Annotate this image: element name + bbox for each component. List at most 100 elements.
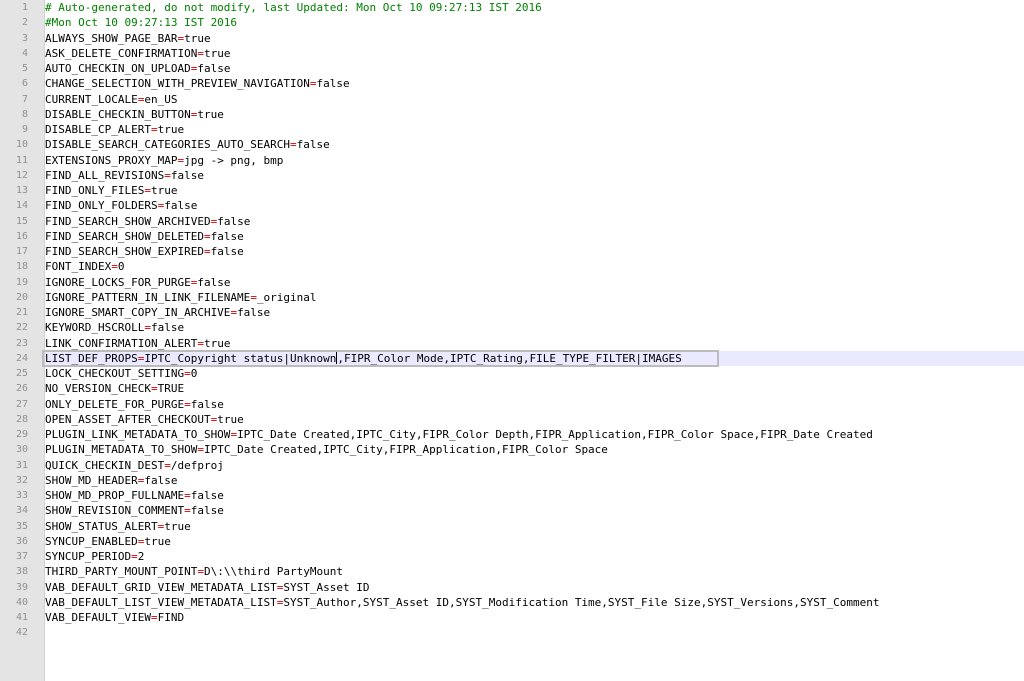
line-number: 33 bbox=[15, 490, 28, 501]
line-text: # Auto-generated, do not modify, last Up… bbox=[45, 0, 542, 15]
code-line[interactable]: 13 FIND_ONLY_FILES=true bbox=[16, 183, 1024, 198]
code-line[interactable]: 42 bbox=[16, 625, 1024, 640]
code-line[interactable]: 3 ALWAYS_SHOW_PAGE_BAR=true bbox=[22, 31, 1024, 46]
line-text: FIND_ALL_REVISIONS=false bbox=[45, 168, 204, 183]
equals-operator: = bbox=[164, 458, 171, 472]
property-value: D\:\\third PartyMount bbox=[203, 565, 344, 579]
line-text: EXTENSIONS_PROXY_MAP=jpg -> png, bmp bbox=[45, 153, 283, 168]
code-line[interactable]: 38 THIRD_PARTY_MOUNT_POINT=D\:\\third Par… bbox=[16, 564, 1024, 579]
code-line[interactable]: 33 SHOW_MD_PROP_FULLNAME=false bbox=[16, 488, 1024, 503]
equals-operator: = bbox=[197, 443, 204, 457]
line-text: SHOW_REVISION_COMMENT=false bbox=[45, 503, 224, 518]
property-key: SHOW_MD_PROP_FULLNAME bbox=[45, 489, 185, 502]
code-line[interactable]: 28 OPEN_ASSET_AFTER_CHECKOUT=true bbox=[16, 412, 1024, 427]
code-line[interactable]: 15 FIND_SEARCH_SHOW_ARCHIVED=false bbox=[16, 214, 1024, 229]
property-value: false bbox=[296, 138, 330, 152]
code-line[interactable]: 1 # Auto-generated, do not modify, last U… bbox=[22, 0, 1024, 15]
line-number: 25 bbox=[15, 368, 28, 379]
code-line[interactable]: 25 LOCK_CHECKOUT_SETTING=0 bbox=[16, 366, 1024, 381]
equals-operator: = bbox=[164, 168, 171, 182]
code-line[interactable]: 8 DISABLE_CHECKIN_BUTTON=true bbox=[22, 107, 1024, 122]
line-text: IGNORE_PATTERN_IN_LINK_FILENAME=_origina… bbox=[45, 290, 317, 305]
text-editor[interactable]: 1 # Auto-generated, do not modify, last U… bbox=[0, 0, 1024, 681]
line-text: CHANGE_SELECTION_WITH_PREVIEW_NAVIGATION… bbox=[45, 76, 350, 91]
code-line[interactable]: 36 SYNCUP_ENABLED=true bbox=[16, 534, 1024, 549]
code-line[interactable]: 23 LINK_CONFIRMATION_ALERT=true bbox=[16, 336, 1024, 351]
property-key: FIND_SEARCH_SHOW_DELETED bbox=[45, 229, 204, 243]
line-number: 2 bbox=[21, 17, 28, 29]
code-line[interactable]: 26 NO_VERSION_CHECK=TRUE bbox=[16, 381, 1024, 396]
property-value: true bbox=[150, 184, 178, 197]
line-number: 35 bbox=[15, 520, 28, 532]
code-line[interactable]: 12 FIND_ALL_REVISIONS=false bbox=[16, 168, 1024, 183]
property-key: ASK_DELETE_CONFIRMATION bbox=[45, 46, 198, 60]
code-line[interactable]: 14 FIND_ONLY_FOLDERS=false bbox=[16, 198, 1024, 213]
property-key: LIST_DEF_PROPS bbox=[45, 351, 138, 365]
code-line[interactable]: 32 SHOW_MD_HEADER=false bbox=[16, 473, 1024, 488]
code-line[interactable]: 4 ASK_DELETE_CONFIRMATION=true bbox=[22, 46, 1024, 61]
code-line[interactable]: 22 KEYWORD_HSCROLL=false bbox=[16, 320, 1024, 335]
line-text: THIRD_PARTY_MOUNT_POINT=D\:\\third Party… bbox=[45, 564, 343, 579]
code-line[interactable]: 18 FONT_INDEX=0 bbox=[16, 259, 1024, 274]
line-text: #Mon Oct 10 09:27:13 IST 2016 bbox=[45, 15, 237, 30]
code-line[interactable]: 2 #Mon Oct 10 09:27:13 IST 2016 bbox=[22, 15, 1024, 30]
line-number: 19 bbox=[15, 276, 28, 288]
code-line[interactable]: 10 DISABLE_SEARCH_CATEGORIES_AUTO_SEARCH=… bbox=[16, 137, 1024, 152]
line-number: 39 bbox=[15, 581, 28, 593]
code-line[interactable]: 7 CURRENT_LOCALE=en_US bbox=[22, 92, 1024, 107]
property-key: DISABLE_CP_ALERT bbox=[45, 123, 151, 136]
property-value: FIND bbox=[157, 611, 185, 624]
equals-operator: = bbox=[250, 290, 257, 304]
code-area[interactable]: 1 # Auto-generated, do not modify, last U… bbox=[16, 0, 1024, 681]
property-value: false bbox=[190, 489, 224, 502]
code-line[interactable]: 21 IGNORE_SMART_COPY_IN_ARCHIVE=false bbox=[16, 305, 1024, 320]
code-line[interactable]: 34 SHOW_REVISION_COMMENT=false bbox=[16, 503, 1024, 518]
property-value: /defproj bbox=[170, 458, 224, 472]
property-value: IPTC_Date Created,IPTC_City,FIPR_Color D… bbox=[237, 428, 873, 441]
property-value: false bbox=[190, 397, 224, 411]
equals-operator: = bbox=[197, 565, 204, 579]
equals-operator: = bbox=[144, 184, 151, 197]
property-key: VAB_DEFAULT_VIEW bbox=[45, 611, 151, 624]
code-line[interactable]: 40 VAB_DEFAULT_LIST_VIEW_METADATA_LIST=SY… bbox=[16, 595, 1024, 610]
code-line[interactable]: 11 EXTENSIONS_PROXY_MAP=jpg -> png, bmp bbox=[16, 153, 1024, 168]
equals-operator: = bbox=[111, 260, 118, 274]
code-line[interactable]: 17 FIND_SEARCH_SHOW_EXPIRED=false bbox=[16, 244, 1024, 259]
code-line[interactable]: 6 CHANGE_SELECTION_WITH_PREVIEW_NAVIGATIO… bbox=[22, 76, 1024, 91]
code-line[interactable]: 37 SYNCUP_PERIOD=2 bbox=[16, 549, 1024, 564]
code-line[interactable]: 16 FIND_SEARCH_SHOW_DELETED=false bbox=[16, 229, 1024, 244]
code-line[interactable]: 31 QUICK_CHECKIN_DEST=/defproj bbox=[16, 458, 1024, 473]
equals-operator: = bbox=[309, 77, 317, 91]
line-text: LOCK_CHECKOUT_SETTING=0 bbox=[45, 366, 197, 381]
line-number: 36 bbox=[15, 535, 28, 547]
property-value: false bbox=[210, 245, 244, 258]
equals-operator: = bbox=[184, 367, 191, 380]
code-line[interactable]: 41 VAB_DEFAULT_VIEW=FIND bbox=[16, 610, 1024, 625]
code-line[interactable]: 5 AUTO_CHECKIN_ON_UPLOAD=false bbox=[22, 61, 1024, 76]
code-line[interactable]: 30 PLUGIN_METADATA_TO_SHOW=IPTC_Date Crea… bbox=[16, 442, 1024, 457]
line-text: LINK_CONFIRMATION_ALERT=true bbox=[45, 336, 230, 351]
line-number: 18 bbox=[15, 261, 28, 273]
equals-operator: = bbox=[203, 245, 211, 258]
line-number: 8 bbox=[21, 108, 28, 120]
property-key: LINK_CONFIRMATION_ALERT bbox=[45, 336, 198, 350]
code-line[interactable]: 19 IGNORE_LOCKS_FOR_PURGE=false bbox=[16, 275, 1024, 290]
line-number: 42 bbox=[15, 627, 28, 639]
code-line[interactable]: 39 VAB_DEFAULT_GRID_VIEW_METADATA_LIST=SY… bbox=[16, 580, 1024, 595]
current-line[interactable]: 24 LIST_DEF_PROPS=IPTC_Copyright status|U… bbox=[16, 349, 1024, 368]
line-text: FIND_ONLY_FILES=true bbox=[45, 183, 177, 198]
line-number: 17 bbox=[15, 246, 28, 257]
line-number: 29 bbox=[15, 429, 28, 440]
comment-text: #Mon Oct 10 09:27:13 IST 2016 bbox=[45, 16, 238, 30]
code-line[interactable]: 20 IGNORE_PATTERN_IN_LINK_FILENAME=_origi… bbox=[16, 290, 1024, 305]
line-number: 28 bbox=[15, 413, 28, 425]
line-number: 26 bbox=[15, 383, 28, 395]
code-line[interactable]: 27 ONLY_DELETE_FOR_PURGE=false bbox=[16, 397, 1024, 412]
line-text: DISABLE_SEARCH_CATEGORIES_AUTO_SEARCH=fa… bbox=[45, 137, 330, 152]
code-line[interactable]: 9 DISABLE_CP_ALERT=true bbox=[22, 122, 1024, 137]
line-text: PLUGIN_METADATA_TO_SHOW=IPTC_Date Create… bbox=[45, 442, 608, 457]
property-key: SHOW_MD_HEADER bbox=[45, 473, 138, 487]
property-value: SYST_Author,SYST_Asset ID,SYST_Modificat… bbox=[283, 595, 880, 609]
code-line[interactable]: 29 PLUGIN_LINK_METADATA_TO_SHOW=IPTC_Date… bbox=[16, 427, 1024, 442]
code-line[interactable]: 35 SHOW_STATUS_ALERT=true bbox=[16, 519, 1024, 534]
